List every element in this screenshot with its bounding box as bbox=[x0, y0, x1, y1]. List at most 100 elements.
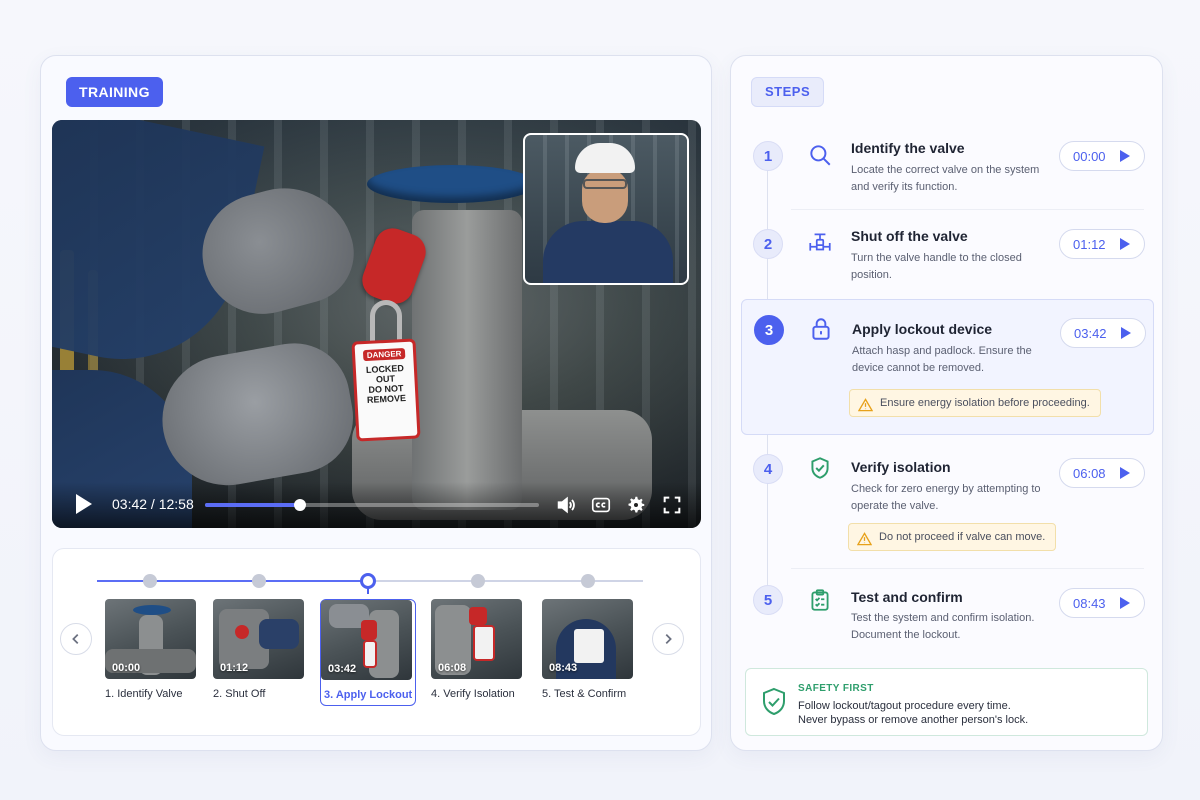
jump-to-time-button[interactable]: 03:42 bbox=[1060, 318, 1146, 348]
play-button[interactable] bbox=[76, 494, 92, 514]
thumbnail-label: 3. Apply Lockout bbox=[324, 689, 413, 701]
chapter-thumbnail-5[interactable]: 08:43 5. Test & Confirm bbox=[542, 599, 638, 700]
play-icon bbox=[1120, 467, 1130, 479]
thumbnail-time: 06:08 bbox=[438, 662, 467, 674]
next-chapter-button[interactable] bbox=[652, 623, 684, 655]
thumb-tag bbox=[473, 625, 495, 661]
safety-title: SAFETY FIRST bbox=[798, 683, 874, 694]
step-description: Attach hasp and padlock. Ensure the devi… bbox=[852, 345, 1032, 374]
warning-callout: Ensure energy isolation before proceedin… bbox=[849, 389, 1101, 417]
lock-icon bbox=[808, 316, 834, 342]
video-controls: 03:42 / 12:58 bbox=[52, 482, 701, 528]
chapter-dot[interactable] bbox=[143, 574, 157, 588]
previous-chapter-button[interactable] bbox=[60, 623, 92, 655]
progress-bar[interactable] bbox=[205, 499, 539, 511]
instructor-face bbox=[582, 169, 628, 223]
search-icon bbox=[807, 142, 833, 168]
chapter-dot[interactable] bbox=[581, 574, 595, 588]
chapter-strip: 00:00 1. Identify Valve 01:12 2. Shut Of… bbox=[52, 548, 701, 736]
shield-check-icon bbox=[807, 455, 833, 481]
step-number: 4 bbox=[753, 454, 783, 484]
warning-callout: Do not proceed if valve can move. bbox=[848, 523, 1057, 551]
thumb-hand bbox=[259, 619, 299, 649]
step-number: 5 bbox=[753, 585, 783, 615]
timestamp: 03:42 bbox=[1074, 325, 1107, 341]
closed-captions-icon[interactable] bbox=[590, 494, 612, 516]
video-valve-body bbox=[412, 210, 522, 510]
settings-gear-icon[interactable] bbox=[625, 494, 647, 516]
step-title: Apply lockout device bbox=[852, 321, 993, 337]
chapter-dot[interactable] bbox=[252, 574, 266, 588]
valve-icon bbox=[807, 230, 833, 256]
thumb-red-knob bbox=[235, 625, 249, 639]
tag-danger-label: DANGER bbox=[362, 347, 406, 362]
thumbnail-image: 08:43 bbox=[542, 599, 633, 679]
safety-first-notice: SAFETY FIRST Follow lockout/tagout proce… bbox=[745, 668, 1148, 736]
video-padlock-shackle bbox=[370, 300, 402, 344]
step-description: Check for zero energy by attempting to o… bbox=[851, 483, 1041, 512]
play-icon bbox=[1120, 238, 1130, 250]
warning-text: Ensure energy isolation before proceedin… bbox=[880, 397, 1090, 409]
chevron-right-icon bbox=[665, 634, 672, 644]
step-title: Verify isolation bbox=[851, 459, 951, 475]
volume-icon[interactable] bbox=[555, 494, 577, 516]
thumbnail-image: 06:08 bbox=[431, 599, 522, 679]
chapter-thumbnail-3[interactable]: 03:42 3. Apply Lockout bbox=[320, 599, 416, 706]
thumb-hasp bbox=[469, 607, 487, 625]
thumbnail-image: 00:00 bbox=[105, 599, 196, 679]
step-5[interactable]: 5 Test and confirm Test the system and c… bbox=[741, 574, 1154, 654]
thumbnail-label: 2. Shut Off bbox=[213, 688, 266, 700]
step-divider bbox=[791, 209, 1144, 210]
step-title: Identify the valve bbox=[851, 140, 965, 156]
chapter-thumbnail-4[interactable]: 06:08 4. Verify Isolation bbox=[431, 599, 527, 700]
thumbnail-image: 01:12 bbox=[213, 599, 304, 679]
tag-line: REMOVE bbox=[366, 392, 407, 406]
step-number: 3 bbox=[754, 315, 784, 345]
thumb-tag bbox=[363, 640, 377, 668]
lockout-tag: DANGER LOCKED OUT DO NOT REMOVE bbox=[351, 338, 421, 442]
chapter-dot[interactable] bbox=[471, 574, 485, 588]
thumbnail-time: 00:00 bbox=[112, 662, 141, 674]
video-valve-wheel bbox=[367, 165, 537, 203]
play-icon bbox=[1121, 327, 1131, 339]
chapter-thumbnail-2[interactable]: 01:12 2. Shut Off bbox=[213, 599, 309, 700]
step-1[interactable]: 1 Identify the valve Locate the correct … bbox=[741, 126, 1154, 206]
jump-to-time-button[interactable]: 01:12 bbox=[1059, 229, 1145, 259]
step-3[interactable]: 3 Apply lockout device Attach hasp and p… bbox=[741, 299, 1154, 435]
warning-triangle-icon bbox=[857, 396, 874, 412]
thumbnail-image: 03:42 bbox=[321, 600, 412, 680]
step-title: Shut off the valve bbox=[851, 228, 968, 244]
jump-to-time-button[interactable]: 06:08 bbox=[1059, 458, 1145, 488]
step-divider bbox=[791, 568, 1144, 569]
warning-text: Do not proceed if valve can move. bbox=[879, 531, 1046, 543]
thumbnail-label: 1. Identify Valve bbox=[105, 688, 183, 700]
step-description: Turn the valve handle to the closed posi… bbox=[851, 252, 1022, 281]
timestamp: 01:12 bbox=[1073, 236, 1106, 252]
progress-knob[interactable] bbox=[294, 499, 307, 511]
instructor-shirt bbox=[543, 221, 673, 283]
time-display: 03:42 / 12:58 bbox=[112, 496, 194, 512]
step-description: Locate the correct valve on the system a… bbox=[851, 164, 1040, 193]
chapter-thumbnail-1[interactable]: 00:00 1. Identify Valve bbox=[105, 599, 201, 700]
jump-to-time-button[interactable]: 08:43 bbox=[1059, 588, 1145, 618]
instructor-pip-video[interactable] bbox=[523, 133, 689, 285]
step-number: 2 bbox=[753, 229, 783, 259]
safety-text: Never bypass or remove another person's … bbox=[798, 714, 1029, 726]
timestamp: 06:08 bbox=[1073, 465, 1106, 481]
play-icon bbox=[1120, 597, 1130, 609]
step-title: Test and confirm bbox=[851, 589, 963, 605]
thumb-hasp bbox=[361, 620, 377, 640]
video-player[interactable]: DANGER LOCKED OUT DO NOT REMOVE 03:42 / … bbox=[52, 120, 701, 528]
step-4[interactable]: 4 Verify isolation Check for zero energy… bbox=[741, 440, 1154, 560]
training-panel: TRAINING DANGER LOCKED OUT DO NOT REMOVE bbox=[40, 55, 712, 751]
step-2[interactable]: 2 Shut off the valve Turn the valve hand… bbox=[741, 214, 1154, 294]
chapter-timeline-fill bbox=[97, 580, 368, 582]
thumbnail-time: 01:12 bbox=[220, 662, 249, 674]
chapter-dot-active[interactable] bbox=[360, 573, 376, 589]
jump-to-time-button[interactable]: 00:00 bbox=[1059, 141, 1145, 171]
chevron-left-icon bbox=[72, 634, 79, 644]
fullscreen-icon[interactable] bbox=[661, 494, 683, 516]
warning-triangle-icon bbox=[856, 530, 873, 546]
thumbnail-time: 03:42 bbox=[328, 663, 357, 675]
steps-badge: STEPS bbox=[751, 77, 825, 107]
